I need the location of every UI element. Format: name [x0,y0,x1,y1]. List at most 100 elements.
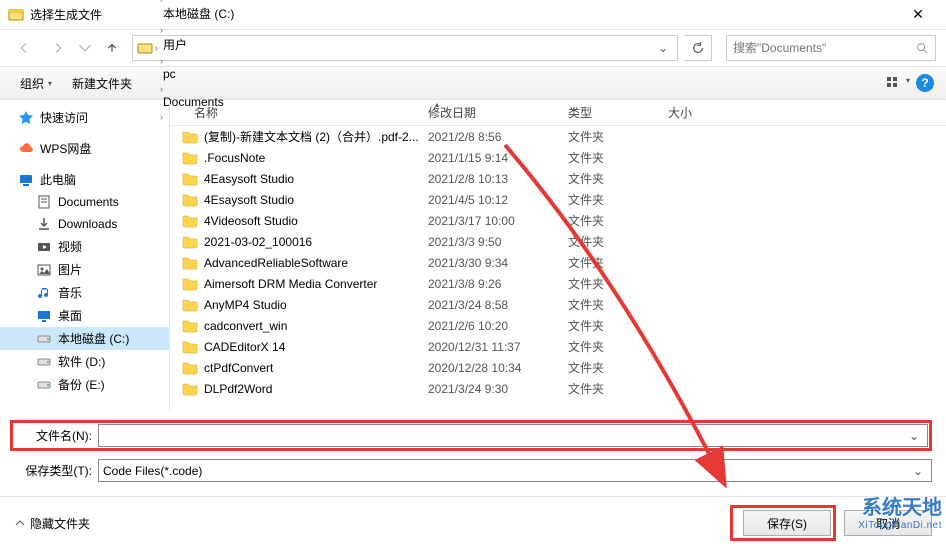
sidebar-item-e[interactable]: 备份 (E:) [0,373,169,396]
table-row[interactable]: (复制)-新建文本文档 (2)（合并）.pdf-2...2021/2/8 8:5… [170,126,946,147]
drive-icon [36,354,52,370]
cancel-button[interactable]: 取消 [844,510,932,536]
file-type: 文件夹 [560,338,660,355]
filename-field[interactable]: ⌄ [98,424,928,447]
nav-back-button[interactable] [10,34,38,62]
dialog-footer: 隐藏文件夹 保存(S) 取消 [0,496,946,553]
column-size[interactable]: 大小 [660,104,740,121]
folder-icon [182,193,198,207]
file-date: 2020/12/28 10:34 [420,361,560,375]
search-box[interactable] [726,35,936,61]
address-dropdown[interactable]: ⌄ [653,41,673,55]
file-type: 文件夹 [560,191,660,208]
folder-icon [182,382,198,396]
navigation-bar: › 此电脑›本地磁盘 (C:)›用户›pc›Documents› ⌄ [0,30,946,66]
new-folder-button[interactable]: 新建文件夹 [64,71,140,96]
refresh-button[interactable] [684,35,712,61]
help-button[interactable]: ? [916,74,934,92]
address-bar[interactable]: › 此电脑›本地磁盘 (C:)›用户›pc›Documents› ⌄ [132,35,678,61]
file-type: 文件夹 [560,149,660,166]
sidebar-item-pics[interactable]: 图片 [0,258,169,281]
file-name: AnyMP4 Studio [204,298,287,312]
sidebar-item-video[interactable]: 视频 [0,235,169,258]
hide-folders-button[interactable]: 隐藏文件夹 [14,515,90,532]
file-date: 2021/2/8 10:13 [420,172,560,186]
sidebar-item-music[interactable]: 音乐 [0,281,169,304]
file-rows[interactable]: (复制)-新建文本文档 (2)（合并）.pdf-2...2021/2/8 8:5… [170,126,946,410]
sidebar-item-label: 视频 [58,238,82,255]
search-input[interactable] [733,41,915,55]
table-row[interactable]: DLPdf2Word2021/3/24 9:30文件夹 [170,378,946,399]
filetype-dropdown[interactable]: ⌄ [909,464,927,478]
file-type: 文件夹 [560,128,660,145]
table-row[interactable]: 4Easysoft Studio2021/2/8 10:13文件夹 [170,168,946,189]
nav-forward-button[interactable] [44,34,72,62]
sidebar-item-label: 本地磁盘 (C:) [58,330,129,347]
file-date: 2021/3/3 9:50 [420,235,560,249]
sidebar-item-dl[interactable]: Downloads [0,213,169,235]
folder-icon [182,361,198,375]
sidebar-item-pc[interactable]: 此电脑 [0,168,169,191]
view-options-button[interactable]: ▾ [884,76,912,90]
table-row[interactable]: .FocusNote 2021/1/15 9:14文件夹 [170,147,946,168]
location-icon [137,40,153,56]
chevron-down-icon: ▾ [48,79,52,88]
file-date: 2021/1/15 9:14 [420,151,560,165]
sidebar-item-quick[interactable]: 快速访问 [0,106,169,129]
sidebar-item-label: 软件 (D:) [58,353,105,370]
folder-icon [182,130,198,144]
doc-icon [36,194,52,210]
sidebar-item-label: Documents [58,195,119,209]
file-name: Aimersoft DRM Media Converter [204,277,377,291]
filetype-field[interactable]: Code Files(*.code) ⌄ [98,459,932,482]
chevron-up-icon [14,517,26,529]
table-row[interactable]: ctPdfConvert2020/12/28 10:34文件夹 [170,357,946,378]
filename-label: 文件名(N): [14,427,92,444]
table-row[interactable]: 4Esaysoft Studio2021/4/5 10:12文件夹 [170,189,946,210]
folder-icon [182,340,198,354]
breadcrumb-1[interactable]: 本地磁盘 (C:) [160,5,237,22]
file-name: .FocusNote [204,151,265,165]
file-type: 文件夹 [560,170,660,187]
table-row[interactable]: AdvancedReliableSoftware2021/3/30 9:34文件… [170,252,946,273]
file-type: 文件夹 [560,359,660,376]
file-name: CADEditorX 14 [204,340,285,354]
table-row[interactable]: cadconvert_win2021/2/6 10:20文件夹 [170,315,946,336]
file-date: 2021/4/5 10:12 [420,193,560,207]
save-button[interactable]: 保存(S) [743,510,831,536]
table-row[interactable]: 2021-03-02_1000162021/3/3 9:50文件夹 [170,231,946,252]
sidebar-item-docs[interactable]: Documents [0,191,169,213]
table-row[interactable]: 4Videosoft Studio2021/3/17 10:00文件夹 [170,210,946,231]
nav-up-button[interactable] [98,34,126,62]
file-name: DLPdf2Word [204,382,272,396]
column-name[interactable]: 名称 [170,104,420,121]
organize-button[interactable]: 组织▾ [12,71,60,96]
filename-dropdown[interactable]: ⌄ [905,429,923,443]
sidebar: 快速访问 WPS网盘此电脑 Documents Downloads 视频图片音乐桌面本地… [0,100,170,410]
sidebar-item-c[interactable]: 本地磁盘 (C:) [0,327,169,350]
table-row[interactable]: CADEditorX 142020/12/31 11:37文件夹 [170,336,946,357]
breadcrumb-2[interactable]: 用户 [160,36,237,53]
file-type: 文件夹 [560,380,660,397]
filename-input[interactable] [103,429,905,443]
table-row[interactable]: AnyMP4 Studio2021/3/24 8:58文件夹 [170,294,946,315]
file-date: 2021/2/8 8:56 [420,130,560,144]
file-date: 2021/2/6 10:20 [420,319,560,333]
sidebar-item-label: Downloads [58,217,117,231]
column-date[interactable]: 修改日期 [420,104,560,121]
sidebar-item-desk[interactable]: 桌面 [0,304,169,327]
file-date: 2021/3/8 9:26 [420,277,560,291]
sidebar-item-label: 桌面 [58,307,82,324]
column-headers: 名称 修改日期 类型 大小 [170,100,946,126]
table-row[interactable]: Aimersoft DRM Media Converter 2021/3/8 9:… [170,273,946,294]
file-type: 文件夹 [560,212,660,229]
nav-history-dropdown[interactable] [78,34,92,62]
file-type: 文件夹 [560,275,660,292]
breadcrumb-sep: › [160,56,163,66]
dl-icon [36,216,52,232]
close-button[interactable]: ✕ [898,6,938,23]
sidebar-item-d[interactable]: 软件 (D:) [0,350,169,373]
column-type[interactable]: 类型 [560,104,660,121]
sidebar-item-wps[interactable]: WPS网盘 [0,137,169,160]
breadcrumb-3[interactable]: pc [160,67,237,81]
